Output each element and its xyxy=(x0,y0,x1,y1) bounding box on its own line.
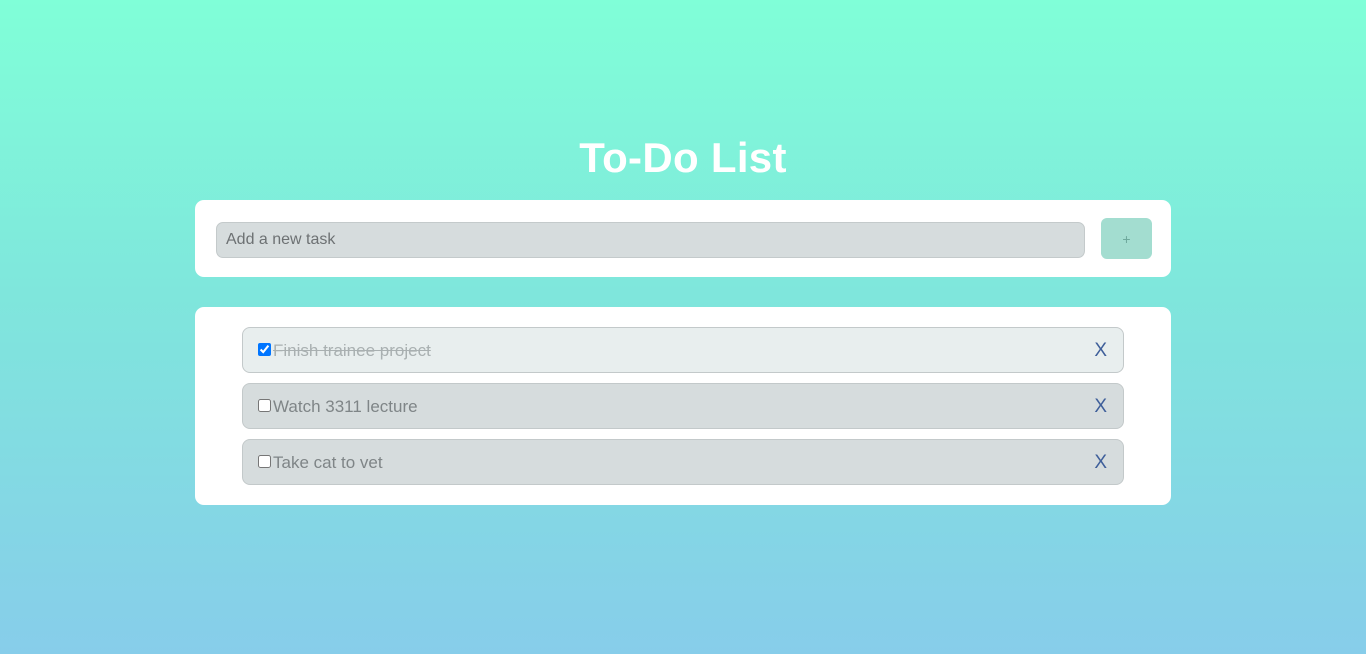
todo-list: Finish trainee project X Watch 3311 lect… xyxy=(195,307,1171,505)
delete-task-button[interactable]: X xyxy=(1094,452,1107,474)
todo-text: Finish trainee project xyxy=(273,341,431,360)
todo-checkbox[interactable] xyxy=(258,399,271,412)
todo-item: Finish trainee project X xyxy=(242,327,1124,373)
todo-text: Take cat to vet xyxy=(273,453,383,472)
delete-task-button[interactable]: X xyxy=(1094,396,1107,418)
new-task-card: + xyxy=(195,200,1171,277)
delete-task-button[interactable]: X xyxy=(1094,340,1107,362)
todo-checkbox[interactable] xyxy=(258,455,271,468)
page-title: To-Do List xyxy=(579,134,787,181)
todo-checkbox[interactable] xyxy=(258,343,271,356)
add-task-button[interactable]: + xyxy=(1101,218,1152,259)
todo-item: Take cat to vet X xyxy=(242,439,1124,485)
todo-item: Watch 3311 lecture X xyxy=(242,383,1124,429)
new-task-input[interactable] xyxy=(216,222,1085,258)
todo-text: Watch 3311 lecture xyxy=(273,397,418,416)
